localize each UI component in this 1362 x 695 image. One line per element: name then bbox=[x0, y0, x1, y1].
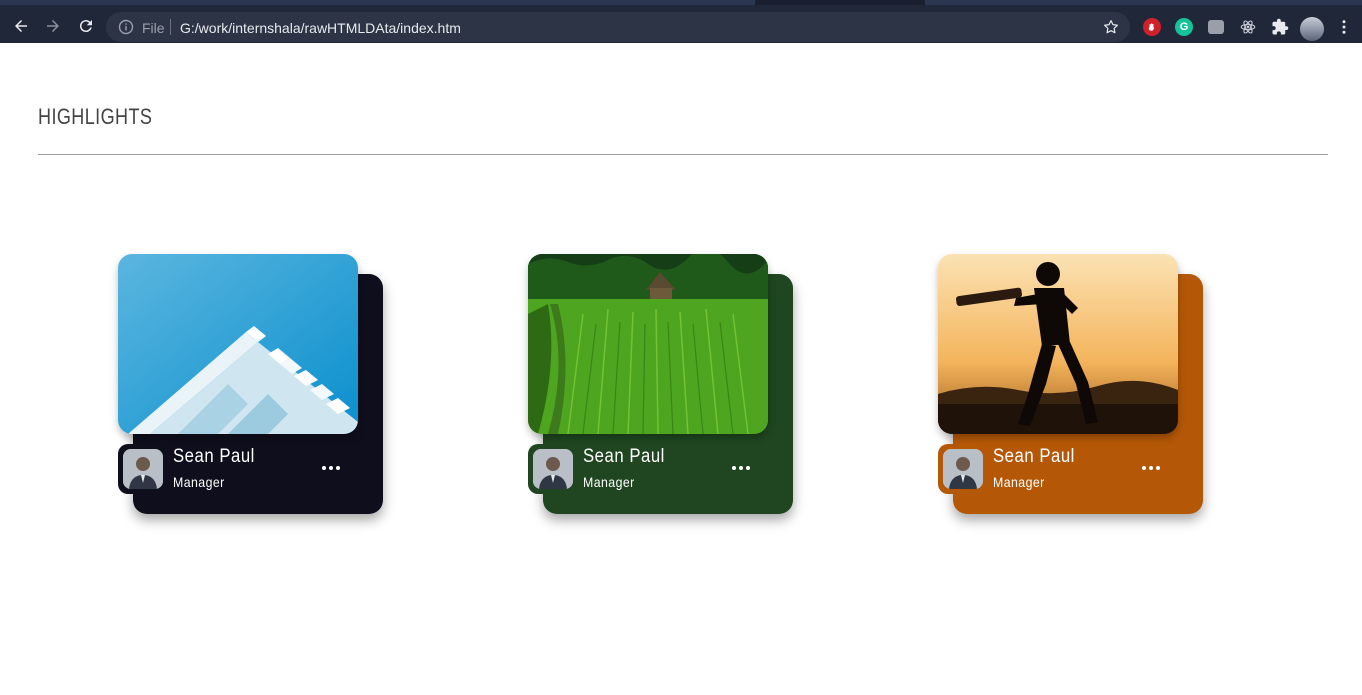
more-options-button[interactable] bbox=[728, 460, 754, 476]
back-button[interactable] bbox=[10, 15, 32, 37]
more-options-button[interactable] bbox=[1138, 460, 1164, 476]
browser-menu-button[interactable] bbox=[1334, 17, 1354, 37]
reload-icon bbox=[79, 20, 92, 33]
person-role: Manager bbox=[993, 474, 1045, 490]
architecture-photo[interactable] bbox=[118, 254, 358, 434]
profile-card: Sean Paul Manager bbox=[938, 254, 1203, 516]
forward-icon bbox=[47, 20, 59, 32]
avatar[interactable] bbox=[118, 444, 166, 494]
rice-field-photo[interactable] bbox=[528, 254, 768, 434]
url-separator bbox=[170, 19, 171, 35]
react-devtools-icon bbox=[1240, 20, 1256, 34]
more-dots-icon bbox=[1142, 466, 1146, 470]
extensions-button[interactable] bbox=[1270, 17, 1290, 37]
adblock-extension-icon bbox=[1143, 18, 1161, 36]
extensions-puzzle-icon bbox=[1272, 18, 1289, 35]
person-role: Manager bbox=[583, 474, 635, 490]
title-divider bbox=[38, 154, 1328, 155]
more-options-button[interactable] bbox=[318, 460, 344, 476]
react-devtools-button[interactable] bbox=[1238, 17, 1258, 37]
url-text[interactable]: G:/work/internshala/rawHTMLDAta/index.ht… bbox=[180, 20, 461, 36]
grammarly-extension-icon: G bbox=[1175, 18, 1193, 36]
avatar[interactable] bbox=[938, 444, 986, 494]
profile-card: Sean Paul Manager bbox=[118, 254, 383, 516]
more-dots-icon bbox=[322, 466, 326, 470]
page-title: HIGHLIGHTS bbox=[38, 104, 153, 129]
adblock-extension-button[interactable] bbox=[1142, 17, 1162, 37]
profile-card: Sean Paul Manager bbox=[528, 254, 793, 516]
extension-button[interactable] bbox=[1206, 17, 1226, 37]
url-scheme: File bbox=[142, 20, 165, 36]
address-bar[interactable]: File G:/work/internshala/rawHTMLDAta/ind… bbox=[106, 12, 1130, 42]
person-name: Sean Paul bbox=[173, 446, 255, 467]
profile-avatar[interactable] bbox=[1300, 17, 1324, 41]
avatar[interactable] bbox=[528, 444, 576, 494]
back-icon bbox=[15, 20, 27, 32]
person-role: Manager bbox=[173, 474, 225, 490]
star-icon[interactable] bbox=[1102, 18, 1120, 36]
reload-button[interactable] bbox=[75, 15, 97, 37]
grammarly-extension-button[interactable]: G bbox=[1174, 17, 1194, 37]
tab-strip bbox=[0, 0, 1362, 5]
extension-icon bbox=[1208, 20, 1224, 34]
person-name: Sean Paul bbox=[993, 446, 1075, 467]
person-name: Sean Paul bbox=[583, 446, 665, 467]
more-dots-icon bbox=[732, 466, 736, 470]
cricket-silhouette-photo[interactable] bbox=[938, 254, 1178, 434]
forward-button[interactable] bbox=[42, 15, 64, 37]
browser-toolbar: File G:/work/internshala/rawHTMLDAta/ind… bbox=[0, 0, 1362, 43]
kebab-menu-icon bbox=[1342, 20, 1346, 34]
info-icon[interactable] bbox=[118, 19, 134, 35]
